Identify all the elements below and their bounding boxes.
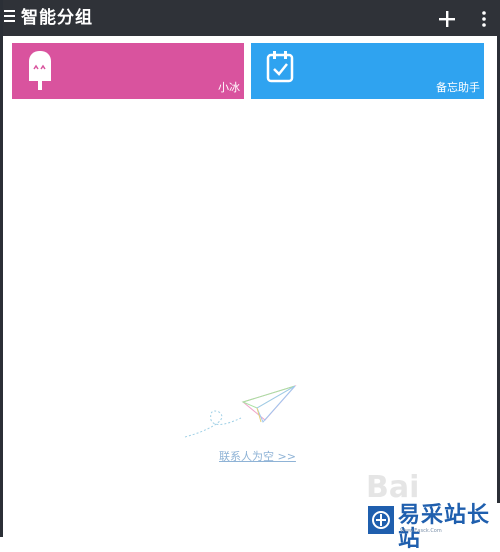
group-card-memo-assistant[interactable]: 备忘助手 [251,43,484,99]
site-watermark-logo: 易采站长站 Www.Easck.Com [366,503,500,552]
calendar-check-icon [265,49,295,89]
card-label-xiaobing: 小冰 [218,81,240,94]
app-window: 智能分组 小冰 备忘助手 联系人为空 >> [0,0,500,537]
paper-plane-icon [183,382,301,442]
group-card-xiaobing[interactable]: 小冰 [12,43,244,99]
plus-icon [439,11,455,27]
add-group-button[interactable] [435,7,459,31]
watermark-url: Www.Easck.Com [400,528,442,534]
vertical-dots-icon [482,11,486,27]
page-title: 智能分组 [21,8,93,28]
baidu-watermark: Bai [366,470,420,505]
watermark-badge-icon [368,506,394,534]
popsicle-icon [26,49,54,95]
empty-contacts-link[interactable]: 联系人为空 >> [219,448,296,464]
more-options-button[interactable] [475,7,493,31]
hamburger-menu-icon[interactable] [4,10,15,24]
top-bar: 智能分组 [3,0,500,36]
card-label-memo-assistant: 备忘助手 [436,81,480,94]
